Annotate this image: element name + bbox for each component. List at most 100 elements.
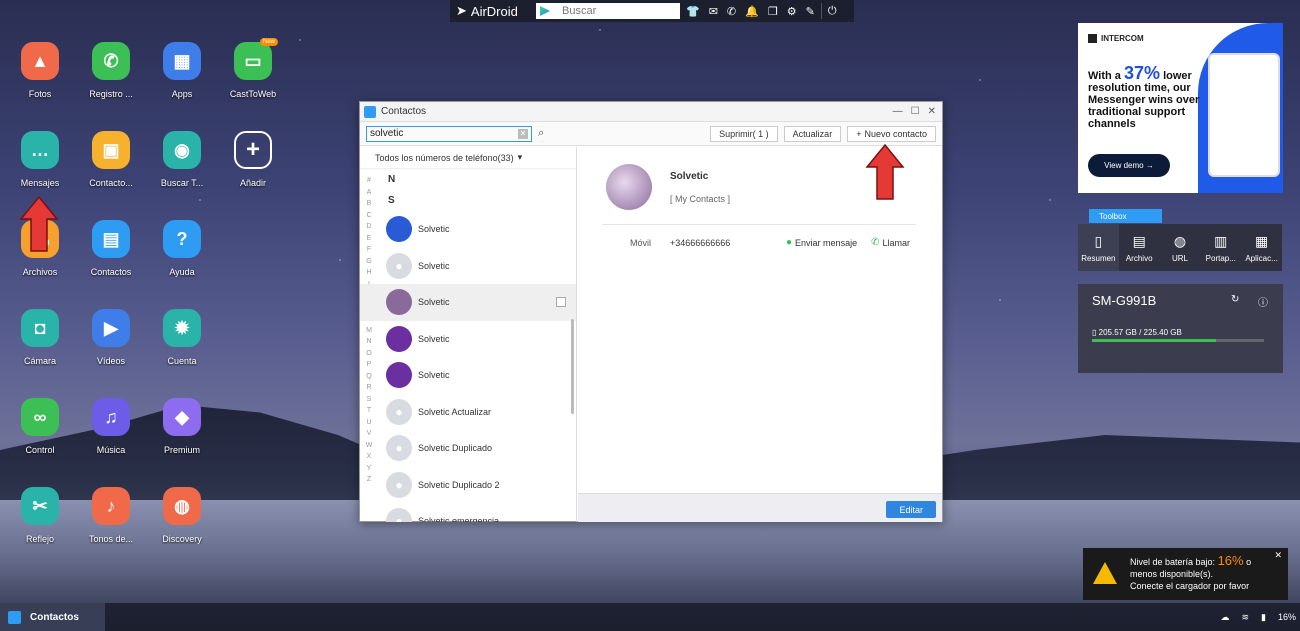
taskbar: Contactos ☁ ≋ ▮ 16% <box>0 603 1300 631</box>
cloud-icon[interactable]: ☁ <box>1220 612 1229 623</box>
contact-search-input[interactable]: solvetic ✕ <box>366 125 532 142</box>
power-icon[interactable]: ⏻ <box>828 5 837 18</box>
desktop-icon-control[interactable]: ∞ Control <box>5 398 75 455</box>
group-header-s: S <box>388 195 395 206</box>
toolbox-archivo[interactable]: ▤ Archivo <box>1119 224 1160 271</box>
list-scrollbar[interactable] <box>571 319 574 414</box>
maximize-icon[interactable]: ☐ <box>911 106 920 117</box>
contact-row[interactable]: ● Solvetic Actualizar <box>360 394 576 431</box>
desktop-icon-a-adir[interactable]: + Añadir <box>218 131 288 188</box>
desktop-icon-mensajes[interactable]: … Mensajes <box>5 131 75 188</box>
close-icon[interactable]: ✕ <box>928 106 936 117</box>
taskbar-contacts[interactable]: Contactos <box>0 603 105 631</box>
app-label: Registro ... <box>89 89 133 99</box>
call-label: Llamar <box>882 237 910 248</box>
copy-icon[interactable]: ❐ <box>768 5 778 18</box>
window-title: Contactos <box>381 106 427 117</box>
contact-checkbox[interactable] <box>556 297 566 308</box>
desktop-icon-v-deos[interactable]: ▶ Vídeos <box>76 309 146 366</box>
window-toolbar: solvetic ✕ ⌕ Suprimir( 1 ) Actualizar + … <box>360 122 942 146</box>
desktop-icon-discovery[interactable]: ◍ Discovery <box>147 487 217 544</box>
app-label: Buscar T... <box>160 178 204 188</box>
ad-lead: With a <box>1088 70 1121 82</box>
call-button[interactable]: ✆ Llamar <box>871 237 910 248</box>
app-label: Cámara <box>23 356 56 366</box>
app-icon: ? <box>163 220 201 258</box>
clear-search-icon[interactable]: ✕ <box>518 128 528 139</box>
search-placeholder: Buscar <box>562 5 597 17</box>
battery-percent: 16% <box>1217 553 1244 568</box>
contact-name-label: Solvetic Duplicado 2 <box>418 479 500 490</box>
desktop-icon-apps[interactable]: ▦ Apps <box>147 42 217 99</box>
battery-text: Nivel de batería bajo: 16% o menos dispo… <box>1130 553 1280 592</box>
contact-row[interactable]: ● Solvetic emergencia <box>360 503 576 522</box>
send-message-label: Enviar mensaje <box>795 237 858 248</box>
app-icon: ✂ <box>21 487 59 525</box>
minimize-icon[interactable]: — <box>893 106 903 117</box>
search-icon[interactable]: ⌕ <box>538 127 544 140</box>
app-label: Mensajes <box>20 178 60 188</box>
contact-row[interactable]: ● Solvetic <box>360 248 576 285</box>
bell-icon[interactable]: 🔔 <box>745 5 759 18</box>
desktop-icon-fotos[interactable]: ▲ Fotos <box>5 42 75 99</box>
desktop-icon-ayuda[interactable]: ? Ayuda <box>147 220 217 277</box>
wifi-icon[interactable]: ≋ <box>1241 612 1249 623</box>
app-label: Archivos <box>22 267 58 277</box>
update-button[interactable]: Actualizar <box>783 125 842 142</box>
contact-row[interactable]: Solvetic <box>360 284 576 321</box>
delete-button[interactable]: Suprimir( 1 ) <box>710 125 778 142</box>
desktop-icon-m-sica[interactable]: ♫ Música <box>76 398 146 455</box>
search-input[interactable]: Buscar <box>536 3 680 19</box>
toolbox-aplicac[interactable]: ▦ Aplicac... <box>1241 224 1282 271</box>
send-message-button[interactable]: ● Enviar mensaje <box>786 237 857 248</box>
message-icon: ● <box>786 237 793 248</box>
window-titlebar[interactable]: Contactos — ☐ ✕ <box>360 102 942 122</box>
refresh-icon[interactable]: ↻ <box>1231 294 1239 305</box>
desktop-icon-registro[interactable]: ✆ Registro ... <box>76 42 146 99</box>
toolbox-url[interactable]: ◍ URL <box>1160 224 1201 271</box>
desktop-icon-contacto[interactable]: ▣ Contacto... <box>76 131 146 188</box>
phone-filter-dropdown[interactable]: Todos los números de teléfono(33) ▾ <box>360 147 576 169</box>
contact-avatar <box>606 164 652 210</box>
contact-name-label: Solvetic <box>418 333 450 344</box>
app-icon: ▲ <box>21 42 59 80</box>
intercom-ad[interactable]: INTERCOM With a 37% lower resolution tim… <box>1078 23 1283 193</box>
desktop-icon-tonos-de[interactable]: ♪ Tonos de... <box>76 487 146 544</box>
new-contact-label: Nuevo contacto <box>864 128 927 139</box>
system-tray: ☁ ≋ ▮ 16% <box>1220 603 1296 631</box>
desktop-icon-premium[interactable]: ◆ Premium <box>147 398 217 455</box>
new-contact-button[interactable]: + Nuevo contacto <box>847 125 936 142</box>
desktop-icon-contactos[interactable]: ▤ Contactos <box>76 220 146 277</box>
contact-row[interactable]: ● Solvetic Duplicado 2 <box>360 467 576 504</box>
alphabet-letter[interactable]: # <box>367 175 371 187</box>
desktop-icon-buscar-t[interactable]: ◉ Buscar T... <box>147 131 217 188</box>
gear-icon[interactable]: ⚙ <box>787 5 797 18</box>
storage-bar <box>1092 339 1264 342</box>
app-icon: ▦ <box>163 42 201 80</box>
pen-icon[interactable]: ✎ <box>806 5 815 18</box>
desktop-icon-reflejo[interactable]: ✂ Reflejo <box>5 487 75 544</box>
edit-button[interactable]: Editar <box>886 501 936 518</box>
app-icon: ▶ <box>92 309 130 347</box>
app-icon: ◆ <box>163 398 201 436</box>
toolbox-portap[interactable]: ▥ Portap... <box>1200 224 1241 271</box>
contact-name: Solvetic <box>670 170 709 182</box>
desktop-icon-casttoweb[interactable]: ▭ New CastToWeb <box>218 38 288 99</box>
phone-icon[interactable]: ✆ <box>727 5 736 18</box>
info-icon[interactable]: ⓘ <box>1258 294 1268 309</box>
contact-row[interactable]: Solvetic <box>360 357 576 394</box>
shirt-icon[interactable]: 👕 <box>686 5 700 18</box>
toolbox-resumen[interactable]: ▯ Resumen <box>1078 224 1119 271</box>
toolbox-item-icon: ▦ <box>1254 232 1269 249</box>
contact-row[interactable]: Solvetic <box>360 321 576 358</box>
view-demo-button[interactable]: View demo → <box>1088 154 1170 177</box>
desktop-icon-c-mara[interactable]: ◘ Cámara <box>5 309 75 366</box>
alphabet-letter[interactable]: B <box>367 198 372 210</box>
alphabet-letter[interactable]: A <box>367 187 372 199</box>
contact-row[interactable]: ● Solvetic Duplicado <box>360 430 576 467</box>
mail-icon[interactable]: ✉ <box>709 5 718 18</box>
desktop-icon-cuenta[interactable]: ✹ Cuenta <box>147 309 217 366</box>
contact-row[interactable]: Solvetic <box>360 211 576 248</box>
close-notification-icon[interactable]: ✕ <box>1274 550 1282 561</box>
app-label: Contacto... <box>89 178 133 188</box>
